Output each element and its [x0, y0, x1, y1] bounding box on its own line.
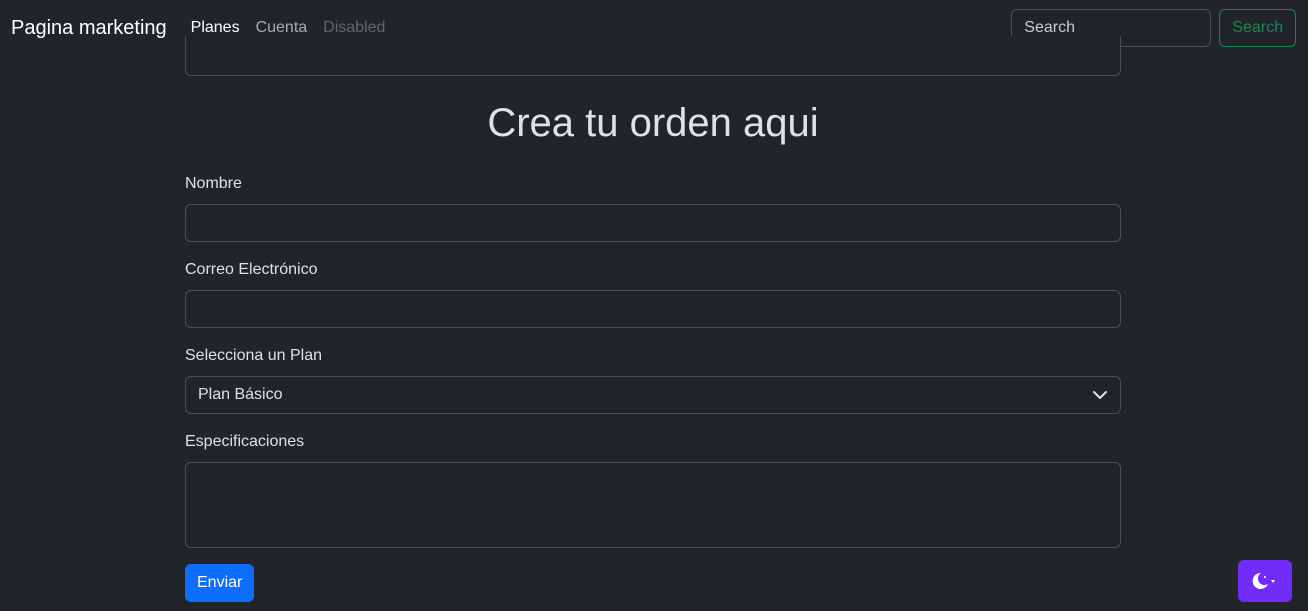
plan-select[interactable]: Plan Básico — [185, 376, 1121, 414]
search-button[interactable]: Search — [1219, 9, 1296, 47]
partial-field-above[interactable] — [185, 36, 1121, 76]
name-label: Nombre — [185, 175, 242, 192]
nav-link-disabled: Disabled — [323, 19, 386, 36]
email-label: Correo Electrónico — [185, 261, 318, 278]
specs-label: Especificaciones — [185, 433, 305, 450]
nav-link-planes[interactable]: Planes — [191, 19, 240, 37]
submit-button[interactable]: Enviar — [185, 564, 255, 602]
specs-textarea[interactable] — [185, 462, 1121, 548]
page: Pagina marketing Planes Cuenta Disabled … — [0, 0, 1308, 611]
plan-label: Selecciona un Plan — [185, 347, 322, 364]
moon-icon — [1252, 572, 1275, 589]
plan-select-value: Plan Básico — [198, 386, 283, 403]
name-input[interactable] — [185, 204, 1121, 242]
nav-links: Planes Cuenta Disabled — [191, 19, 402, 37]
navbar-brand[interactable]: Pagina marketing — [11, 17, 167, 40]
email-input[interactable] — [185, 290, 1121, 328]
chevron-down-icon — [1093, 391, 1107, 399]
page-title: Crea tu orden aqui — [487, 101, 819, 145]
nav-link-cuenta[interactable]: Cuenta — [256, 19, 308, 37]
theme-toggle-button[interactable] — [1238, 560, 1292, 602]
